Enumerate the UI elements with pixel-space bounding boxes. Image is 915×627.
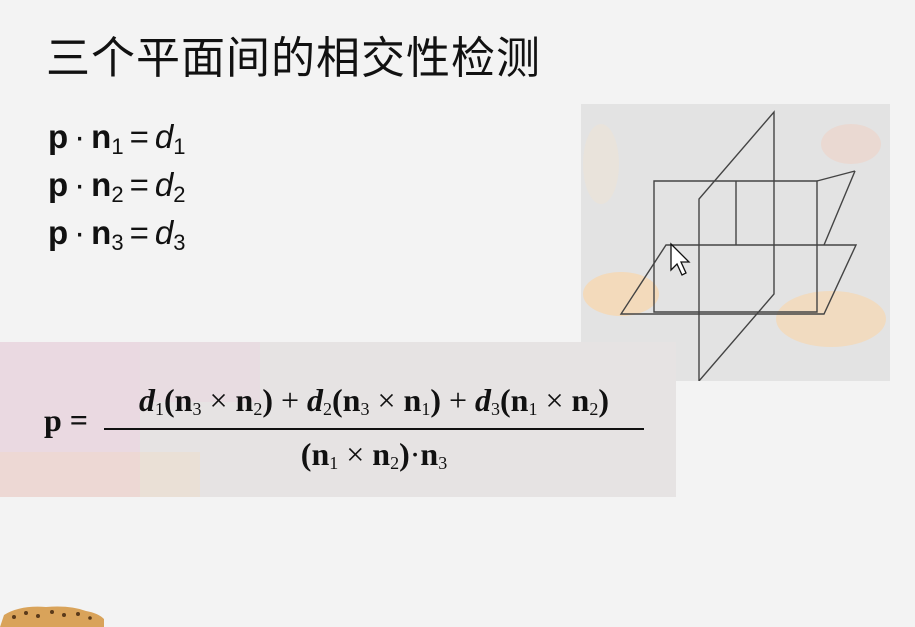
term-n: n	[174, 382, 193, 418]
term-subscript: 2	[323, 399, 333, 419]
term-subscript: 1	[421, 399, 431, 419]
distance-d: d	[154, 118, 174, 155]
normal-subscript: 3	[111, 230, 124, 255]
equals-sign: =	[129, 214, 149, 251]
side-vertical-plane	[698, 110, 775, 381]
formula-denominator: (n1 × n2)·n3	[300, 436, 448, 473]
normal-n: n	[91, 214, 112, 251]
slide: 三个平面间的相交性检测 p · n1 = d1 p · n2 = d2 p · n3 = d3	[0, 0, 915, 627]
point-p: p	[48, 118, 69, 155]
distance-subscript: 3	[173, 230, 186, 255]
term-subscript: 1	[329, 453, 339, 473]
distance-d: d	[154, 166, 174, 203]
background-blotch	[821, 124, 881, 164]
cheetah-icon	[0, 606, 104, 627]
equals-sign: =	[129, 166, 149, 203]
term-n: n	[420, 436, 439, 472]
term-d: d	[139, 382, 156, 418]
point-p: p	[48, 214, 69, 251]
plane-equation-3: p · n3 = d3	[48, 214, 185, 256]
distance-subscript: 2	[173, 182, 186, 207]
term-n: n	[403, 382, 422, 418]
plane-equation-1: p · n1 = d1	[48, 118, 185, 160]
equals-sign: =	[129, 118, 149, 155]
term-subscript: 2	[390, 453, 400, 473]
plane-edge	[816, 170, 856, 182]
term-n: n	[372, 436, 391, 472]
normal-n: n	[91, 166, 112, 203]
term-n: n	[235, 382, 254, 418]
dot-operator: ·	[74, 118, 86, 155]
normal-subscript: 1	[111, 134, 124, 159]
term-subscript: 1	[155, 399, 165, 419]
distance-d: d	[154, 214, 174, 251]
fraction-bar	[104, 428, 644, 430]
cursor-arrow-icon	[670, 242, 691, 276]
normal-subscript: 2	[111, 182, 124, 207]
formula-numerator: d1(n3 × n2) + d2(n3 × n1) + d3(n1 × n2)	[139, 382, 609, 419]
three-planes-figure	[581, 104, 890, 381]
term-d: d	[475, 382, 492, 418]
background-blotch	[583, 124, 619, 204]
term-d: d	[307, 382, 324, 418]
dot-operator: ·	[74, 166, 86, 203]
three-planes-diagram	[583, 110, 886, 381]
term-n: n	[342, 382, 361, 418]
background-blotch	[583, 272, 659, 316]
term-subscript: 3	[491, 399, 501, 419]
distance-subscript: 1	[173, 134, 186, 159]
plane-equation-2: p · n2 = d2	[48, 166, 185, 208]
dot-operator: ·	[74, 214, 86, 251]
term-n: n	[510, 382, 529, 418]
slide-title: 三个平面间的相交性检测	[46, 33, 541, 84]
formula-fraction: d1(n3 × n2) + d2(n3 × n1) + d3(n1 × n2) …	[104, 382, 644, 474]
point-p: p	[48, 166, 69, 203]
intersection-point-formula: p = d1(n3 × n2) + d2(n3 × n1) + d3(n1 × …	[0, 342, 676, 497]
normal-n: n	[91, 118, 112, 155]
term-subscript: 3	[438, 453, 448, 473]
term-subscript: 2	[589, 399, 599, 419]
term-n: n	[571, 382, 590, 418]
term-n: n	[311, 436, 330, 472]
plane-edge	[823, 170, 856, 246]
term-subscript: 2	[253, 399, 263, 419]
formula-lhs: p =	[44, 402, 89, 438]
